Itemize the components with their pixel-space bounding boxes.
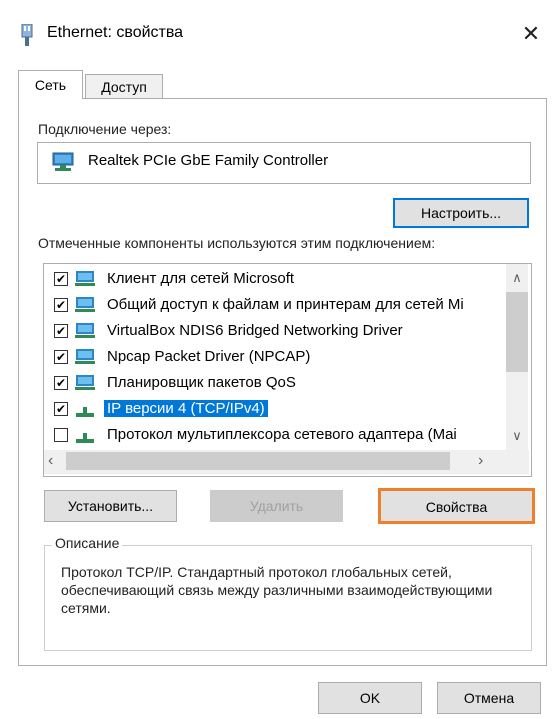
- checkbox[interactable]: ✔: [54, 324, 68, 338]
- network-service-icon: [74, 374, 96, 392]
- list-item-label: Клиент для сетей Microsoft: [107, 270, 295, 287]
- ethernet-icon: [20, 23, 34, 46]
- horizontal-scroll-thumb[interactable]: [66, 452, 450, 470]
- network-client-icon: [74, 270, 96, 288]
- network-service-icon: [74, 296, 96, 314]
- remove-button[interactable]: Удалить: [210, 490, 343, 522]
- properties-button[interactable]: Свойства: [378, 488, 535, 524]
- configure-button[interactable]: Настроить...: [393, 198, 529, 228]
- list-item[interactable]: ✔ Планировщик пакетов QoS: [44, 371, 507, 396]
- list-item[interactable]: ✔ Клиент для сетей Microsoft: [44, 267, 507, 292]
- list-item-label: Общий доступ к файлам и принтерам для се…: [107, 296, 464, 313]
- install-button[interactable]: Установить...: [44, 490, 177, 522]
- connect-through-label: Подключение через:: [38, 121, 172, 137]
- components-list[interactable]: ✔ Клиент для сетей Microsoft ✔ Общий дос…: [43, 263, 532, 477]
- checkbox[interactable]: ✔: [54, 402, 68, 416]
- list-item[interactable]: ✔ Npcap Packet Driver (NPCAP): [44, 345, 507, 370]
- close-button[interactable]: ✕: [514, 18, 548, 50]
- ok-button[interactable]: OK: [318, 682, 422, 714]
- checkbox[interactable]: ✔: [54, 350, 68, 364]
- window-title: Ethernet: свойства: [47, 24, 184, 41]
- network-service-icon: [74, 348, 96, 366]
- checkbox[interactable]: ✔: [54, 376, 68, 390]
- list-item-label: Npcap Packet Driver (NPCAP): [107, 348, 311, 365]
- protocol-icon: [74, 426, 96, 444]
- checkbox[interactable]: ✔: [54, 298, 68, 312]
- adapter-name: Realtek PCIe GbE Family Controller: [88, 152, 329, 169]
- network-service-icon: [74, 322, 96, 340]
- network-adapter-icon: [52, 152, 74, 172]
- description-title: Описание: [52, 535, 123, 551]
- components-label: Отмеченные компоненты используются этим …: [38, 235, 436, 251]
- list-item-label: Планировщик пакетов QoS: [107, 374, 296, 391]
- list-item[interactable]: ✔ VirtualBox NDIS6 Bridged Networking Dr…: [44, 319, 507, 344]
- cancel-button[interactable]: Отмена: [437, 682, 541, 714]
- checkbox[interactable]: [54, 428, 68, 442]
- list-item-label: VirtualBox NDIS6 Bridged Networking Driv…: [107, 322, 403, 339]
- protocol-icon: [74, 400, 96, 418]
- scroll-down-icon[interactable]: ∨: [506, 428, 528, 446]
- tab-network[interactable]: Сеть: [18, 70, 83, 99]
- list-item[interactable]: Протокол мультиплексора сетевого адаптер…: [44, 423, 507, 448]
- scroll-corner: [506, 450, 529, 474]
- list-item-label: IP версии 4 (TCP/IPv4): [104, 400, 268, 417]
- scroll-right-icon[interactable]: ›: [478, 452, 496, 470]
- description-text: Протокол TCP/IP. Стандартный протокол гл…: [61, 564, 493, 616]
- list-item-label: Протокол мультиплексора сетевого адаптер…: [107, 426, 457, 443]
- list-item-selected[interactable]: ✔ IP версии 4 (TCP/IPv4): [44, 397, 507, 422]
- scroll-left-icon[interactable]: ‹: [48, 452, 66, 470]
- vertical-scroll-thumb[interactable]: [506, 292, 528, 372]
- tab-access[interactable]: Доступ: [85, 74, 163, 99]
- checkbox[interactable]: ✔: [54, 272, 68, 286]
- list-item[interactable]: ✔ Общий доступ к файлам и принтерам для …: [44, 293, 507, 318]
- scroll-up-icon[interactable]: ∧: [506, 270, 528, 288]
